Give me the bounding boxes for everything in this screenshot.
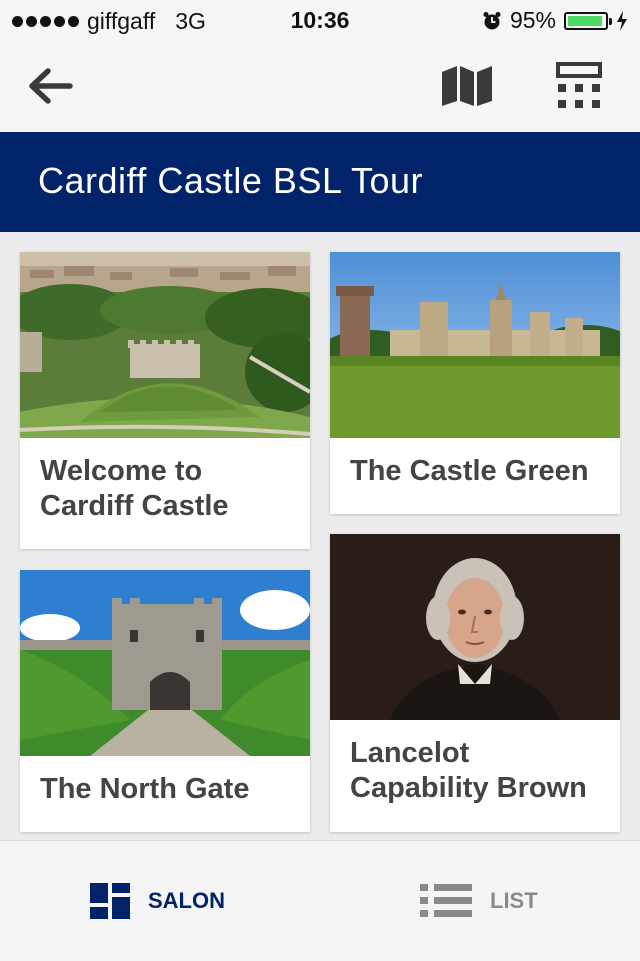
status-bar: giffgaff 3G 10:36 95% [0, 0, 640, 42]
castle-green-lawn-image [330, 252, 620, 438]
grid-icon [90, 883, 130, 919]
arrow-left-icon[interactable] [26, 64, 74, 108]
tour-card-welcome[interactable]: Welcome to Cardiff Castle [20, 252, 310, 549]
tab-label: SALON [148, 888, 225, 913]
page-title: Cardiff Castle BSL Tour [38, 160, 424, 201]
tab-list[interactable]: LIST [420, 841, 538, 961]
map-icon[interactable] [440, 64, 494, 108]
card-title: Welcome to Cardiff Castle [40, 455, 229, 522]
tab-label: LIST [490, 888, 538, 913]
list-icon [420, 884, 472, 917]
tour-card-capability-brown[interactable]: Lancelot Capability Brown [330, 534, 620, 832]
card-title: Lancelot Capability Brown [350, 737, 587, 804]
charging-bolt-icon [617, 10, 627, 31]
portrait-capability-brown-image [330, 534, 620, 720]
battery-icon [564, 11, 612, 30]
tour-card-north-gate[interactable]: The North Gate [20, 570, 310, 832]
tour-grid: Welcome to Cardiff Castle The Castle Gre… [0, 232, 640, 840]
bottom-tab-bar: SALON LIST [0, 840, 640, 961]
app-toolbar [0, 42, 640, 132]
north-gate-image [20, 570, 310, 756]
castle-keep-aerial-image [20, 252, 310, 438]
card-title: The North Gate [40, 773, 250, 805]
card-title: The Castle Green [350, 455, 589, 487]
keypad-icon[interactable] [556, 62, 602, 110]
tour-card-castle-green[interactable]: The Castle Green [330, 252, 620, 514]
battery-percentage: 95% [509, 7, 556, 33]
alarm-clock-icon [483, 11, 501, 29]
title-banner: Cardiff Castle BSL Tour [0, 132, 640, 232]
tab-salon[interactable]: SALON [90, 841, 225, 961]
